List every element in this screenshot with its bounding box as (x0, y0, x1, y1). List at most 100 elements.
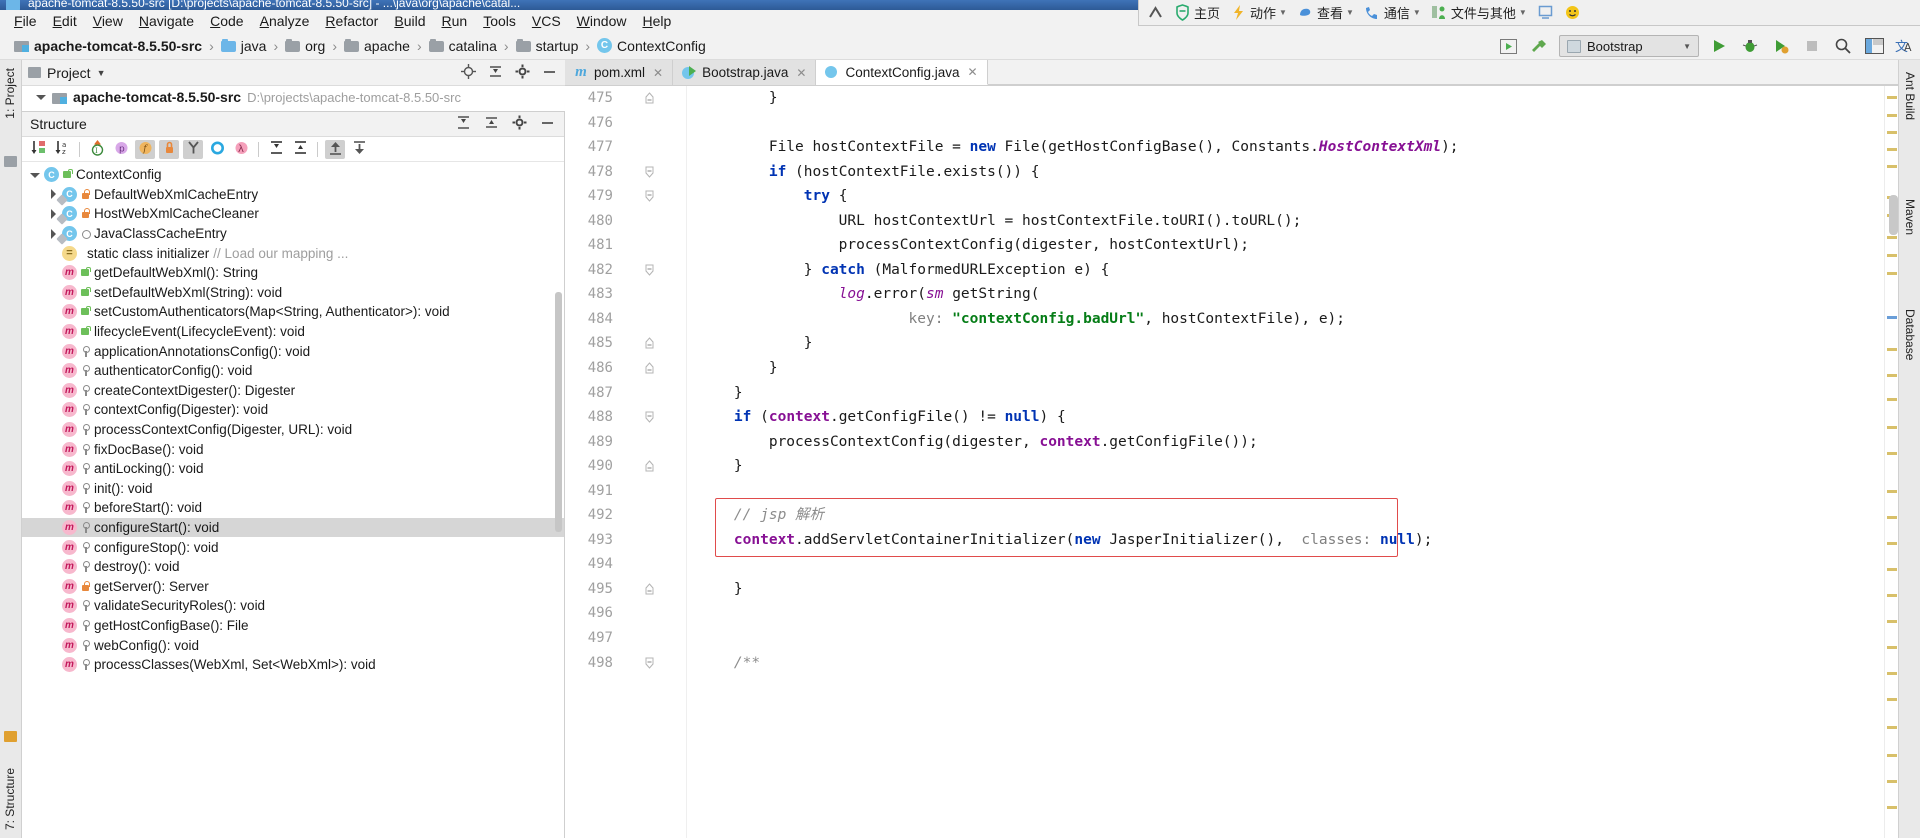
chevron-down-icon[interactable]: ▼ (1346, 8, 1354, 17)
code-line[interactable]: processContextConfig(digester, hostConte… (687, 233, 1882, 258)
expand-all-button[interactable] (456, 115, 471, 133)
sidebar-item-structure[interactable]: 7: Structure (1, 764, 21, 834)
code-lines[interactable]: } File hostContextFile = new File(getHos… (687, 86, 1882, 838)
code-line[interactable] (687, 552, 1882, 577)
stripe-marker[interactable] (1887, 131, 1897, 134)
structure-tree-item[interactable]: m configureStart(): void (22, 517, 564, 538)
debug-button[interactable] (1739, 35, 1761, 57)
structure-tree-item[interactable]: m contextConfig(Digester): void (22, 400, 564, 420)
stop-button[interactable] (1801, 35, 1823, 57)
chevron-down-icon[interactable]: ▼ (1279, 8, 1287, 17)
show-non-public-button[interactable] (159, 139, 179, 159)
structure-tree-item[interactable]: m getHostConfigBase(): File (22, 616, 564, 636)
menu-item-window[interactable]: Window (569, 11, 635, 31)
chevron-down-icon[interactable]: ▼ (1519, 8, 1527, 17)
structure-tree-item[interactable]: m setDefaultWebXml(String): void (22, 283, 564, 303)
stripe-marker[interactable] (1887, 148, 1897, 151)
menu-item-navigate[interactable]: Navigate (131, 11, 202, 31)
collapse-all-button[interactable] (484, 115, 499, 133)
code-line[interactable]: } (687, 454, 1882, 479)
structure-tree-item[interactable]: m fixDocBase(): void (22, 439, 564, 459)
gutter-line[interactable]: 496 (565, 601, 687, 626)
fold-marker-end[interactable] (643, 362, 656, 375)
code-line[interactable]: context.addServletContainerInitializer(n… (687, 528, 1882, 553)
editor-tab-contextconfig-java[interactable]: ContextConfig.java ✕ (816, 60, 988, 85)
chevron-down-icon[interactable]: ▼ (97, 68, 106, 78)
gutter-line[interactable]: 487 (565, 381, 687, 406)
gutter-line[interactable]: 483 (565, 282, 687, 307)
run-anything-button[interactable] (1497, 35, 1519, 57)
chevron-down-icon[interactable] (30, 170, 40, 180)
show-anonymous-button[interactable] (183, 139, 203, 159)
show-inherited-button[interactable]: I (87, 139, 107, 159)
gutter-line[interactable]: 495 (565, 577, 687, 602)
project-folder-icon[interactable] (4, 156, 17, 167)
fold-marker-end[interactable] (643, 92, 656, 105)
code-line[interactable]: URL hostContextUrl = hostContextFile.toU… (687, 209, 1882, 234)
structure-tree-item[interactable]: m getServer(): Server (22, 576, 564, 596)
stripe-marker[interactable] (1887, 620, 1897, 623)
run-coverage-button[interactable] (1770, 35, 1792, 57)
gutter-line[interactable]: 488 (565, 405, 687, 430)
structure-tree-item[interactable]: static class initializer// Load our mapp… (22, 243, 564, 263)
group-methods-button[interactable] (207, 140, 227, 159)
project-root-row[interactable]: apache-tomcat-8.5.50-src D:\projects\apa… (22, 86, 565, 105)
structure-tree-item[interactable]: m processContextConfig(Digester, URL): vo… (22, 420, 564, 440)
close-icon[interactable]: ✕ (968, 65, 978, 79)
structure-icon[interactable] (4, 731, 17, 742)
stripe-marker[interactable] (1887, 490, 1897, 493)
structure-tree-item[interactable]: C ContextConfig (22, 165, 564, 185)
code-line[interactable]: /** (687, 651, 1882, 676)
structure-tree-item[interactable]: m applicationAnnotationsConfig(): void (22, 341, 564, 361)
sort-by-visibility-button[interactable] (28, 140, 48, 159)
overlay-item-smiley-icon[interactable] (1564, 4, 1581, 21)
editor-tab-pom-xml[interactable]: m pom.xml ✕ (565, 60, 674, 85)
search-icon[interactable] (1832, 35, 1854, 57)
gutter-line[interactable]: 491 (565, 479, 687, 504)
locate-button[interactable] (461, 63, 476, 82)
menu-item-help[interactable]: Help (634, 11, 679, 31)
menu-item-code[interactable]: Code (202, 11, 251, 31)
menu-item-build[interactable]: Build (386, 11, 433, 31)
stripe-marker[interactable] (1887, 165, 1897, 168)
gutter-line[interactable]: 485 (565, 331, 687, 356)
code-line[interactable]: } (687, 331, 1882, 356)
overlay-item-person-icon[interactable] (1147, 4, 1164, 21)
code-line[interactable]: processContextConfig(digester, context.g… (687, 430, 1882, 455)
stripe-marker[interactable] (1887, 698, 1897, 701)
gutter-line[interactable]: 490 (565, 454, 687, 479)
gutter-line[interactable]: 475 (565, 86, 687, 111)
sidebar-item-project[interactable]: 1: Project (1, 64, 21, 123)
overlay-item-通信[interactable]: 通信 ▼ (1364, 3, 1421, 22)
overlay-item-查看[interactable]: 查看 ▼ (1297, 3, 1354, 22)
structure-tree-item[interactable]: C JavaClassCacheEntry (22, 224, 564, 244)
menu-item-file[interactable]: File (6, 11, 45, 31)
hide-button[interactable] (542, 64, 557, 82)
fold-marker-start[interactable] (643, 166, 656, 179)
code-line[interactable]: if (hostContextFile.exists()) { (687, 160, 1882, 185)
structure-tree-item[interactable]: m setCustomAuthenticators(Map<String, Aut… (22, 302, 564, 322)
layout-icon[interactable] (1863, 35, 1885, 57)
code-editor[interactable]: 475 476 477 478 479 480 481 482 483 484 485 486 487 4… (565, 86, 1920, 838)
code-line[interactable]: // jsp 解析 (687, 503, 1882, 528)
code-line[interactable] (687, 479, 1882, 504)
menu-item-edit[interactable]: Edit (45, 11, 85, 31)
fold-marker-end[interactable] (643, 583, 656, 596)
stripe-marker[interactable] (1887, 236, 1897, 239)
chevron-down-icon[interactable] (36, 92, 46, 102)
code-line[interactable]: } (687, 381, 1882, 406)
stripe-marker[interactable] (1887, 542, 1897, 545)
stripe-marker[interactable] (1887, 254, 1897, 257)
gutter-line[interactable]: 476 (565, 111, 687, 136)
stripe-marker[interactable] (1887, 398, 1897, 401)
show-fields-button[interactable]: f (135, 139, 155, 159)
stripe-marker[interactable] (1887, 672, 1897, 675)
gutter-line[interactable]: 486 (565, 356, 687, 381)
gutter-line[interactable]: 482 (565, 258, 687, 283)
code-line[interactable]: key: "contextConfig.badUrl", hostContext… (687, 307, 1882, 332)
gutter-line[interactable]: 479 (565, 184, 687, 209)
structure-tree-item[interactable]: m beforeStart(): void (22, 498, 564, 518)
overlay-item-主页[interactable]: 主页 (1174, 3, 1220, 22)
stripe-marker[interactable] (1887, 426, 1897, 429)
breadcrumb-item-java[interactable]: java (217, 37, 271, 55)
